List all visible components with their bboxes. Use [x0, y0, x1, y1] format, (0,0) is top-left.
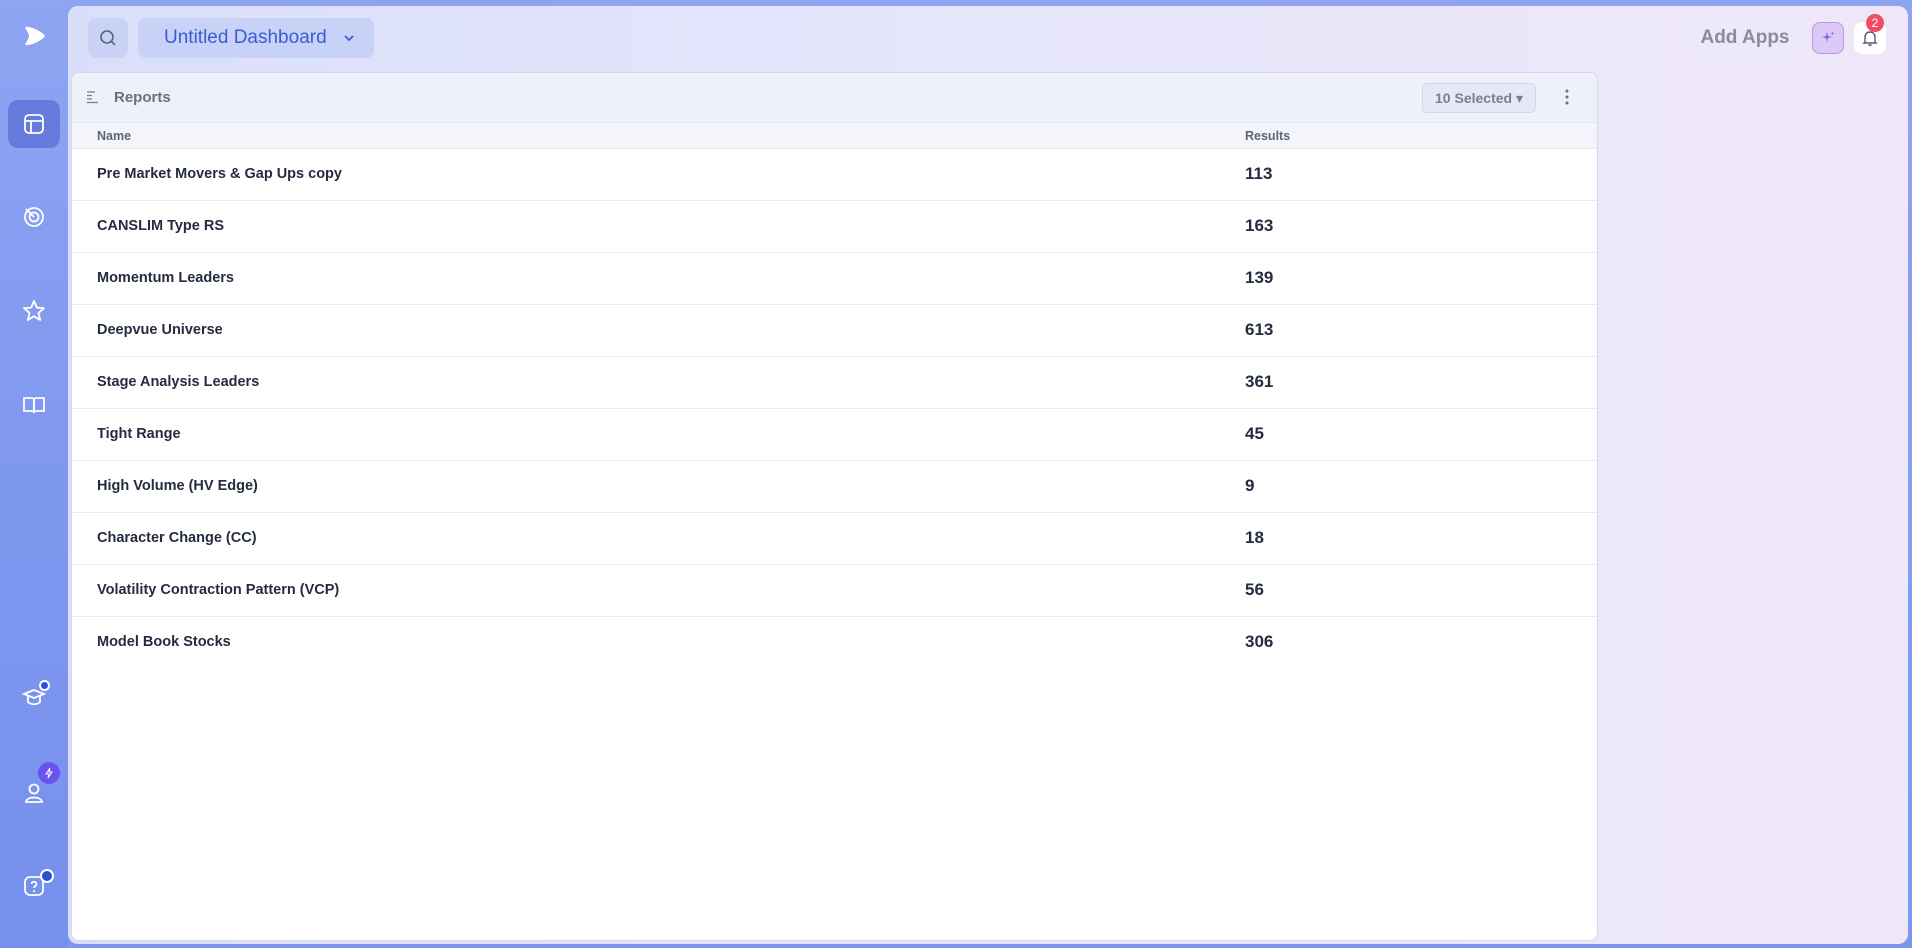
sidebar-item-learn[interactable] — [8, 673, 60, 721]
report-results: 139 — [1245, 268, 1274, 287]
ai-assistant-button[interactable] — [1812, 22, 1844, 54]
table-row[interactable]: Deepvue Universe 613 — [72, 305, 1597, 357]
table-body: Pre Market Movers & Gap Ups copy 113 CANS… — [72, 149, 1597, 669]
report-results: 113 — [1245, 164, 1273, 183]
help-notification-dot — [40, 869, 54, 883]
search-button[interactable] — [88, 18, 128, 58]
notification-count-badge: 2 — [1866, 14, 1884, 32]
main-frame: Untitled Dashboard Add Apps 2 Reports 10… — [68, 6, 1908, 944]
table-row[interactable]: Volatility Contraction Pattern (VCP) 56 — [72, 565, 1597, 617]
dashboard-selector[interactable]: Untitled Dashboard — [138, 18, 374, 58]
learn-notification-dot — [39, 680, 50, 691]
report-name: Stage Analysis Leaders — [97, 374, 260, 390]
user-icon — [25, 783, 43, 803]
table-row[interactable]: Momentum Leaders 139 — [72, 253, 1597, 305]
table-row[interactable]: Stage Analysis Leaders 361 — [72, 357, 1597, 409]
sidebar-item-radar[interactable] — [8, 193, 60, 241]
star-icon — [23, 300, 45, 321]
table-row[interactable]: CANSLIM Type RS 163 — [72, 201, 1597, 253]
lightning-badge-icon — [38, 762, 60, 784]
list-icon[interactable] — [86, 90, 100, 104]
report-name: Momentum Leaders — [97, 270, 234, 286]
report-name: High Volume (HV Edge) — [97, 478, 258, 494]
sidebar — [0, 0, 68, 948]
panel-header: Reports 10 Selected ▾ — [72, 73, 1597, 123]
report-name: Character Change (CC) — [97, 530, 257, 546]
table-header: Name Results — [72, 123, 1597, 149]
report-results: 18 — [1245, 528, 1264, 547]
radar-icon — [24, 207, 44, 227]
sidebar-item-favorites[interactable] — [8, 287, 60, 335]
report-name: CANSLIM Type RS — [97, 218, 225, 234]
report-results: 56 — [1245, 580, 1264, 599]
dashboard-icon — [24, 114, 44, 134]
report-name: Model Book Stocks — [97, 634, 231, 650]
table-row[interactable]: High Volume (HV Edge) 9 — [72, 461, 1597, 513]
book-icon — [23, 397, 45, 414]
report-name: Pre Market Movers & Gap Ups copy — [97, 166, 342, 182]
report-name: Volatility Contraction Pattern (VCP) — [97, 582, 340, 598]
add-apps-button[interactable]: Add Apps — [1688, 18, 1802, 58]
report-results: 361 — [1245, 372, 1274, 391]
more-options-icon[interactable] — [1564, 88, 1570, 106]
panel-title: Reports — [114, 89, 171, 106]
column-header-name[interactable]: Name — [97, 129, 131, 143]
sparkle-icon — [1822, 31, 1835, 42]
logo-icon[interactable] — [8, 12, 60, 60]
top-bar: Untitled Dashboard Add Apps 2 — [68, 6, 1908, 68]
search-icon — [100, 30, 116, 46]
table-row[interactable]: Tight Range 45 — [72, 409, 1597, 461]
report-results: 9 — [1245, 476, 1255, 495]
column-header-results[interactable]: Results — [1245, 129, 1290, 143]
sidebar-item-help[interactable] — [8, 862, 60, 910]
reports-panel: Reports 10 Selected ▾ Name Results Pre M… — [71, 72, 1598, 941]
table-row[interactable]: Character Change (CC) 18 — [72, 513, 1597, 565]
report-results: 163 — [1245, 216, 1274, 235]
report-results: 613 — [1245, 320, 1274, 339]
table-row[interactable]: Pre Market Movers & Gap Ups copy 113 — [72, 149, 1597, 201]
table-row[interactable]: Model Book Stocks 306 — [72, 617, 1597, 669]
report-name: Deepvue Universe — [97, 322, 223, 338]
report-results: 306 — [1245, 632, 1274, 651]
chevron-down-icon — [344, 35, 354, 42]
sidebar-item-dashboard[interactable] — [8, 100, 60, 148]
sidebar-item-library[interactable] — [8, 381, 60, 429]
dashboard-title: Untitled Dashboard — [164, 27, 327, 48]
selected-reports-dropdown[interactable]: 10 Selected ▾ — [1422, 83, 1536, 113]
report-name: Tight Range — [97, 426, 181, 442]
report-results: 45 — [1245, 424, 1264, 443]
